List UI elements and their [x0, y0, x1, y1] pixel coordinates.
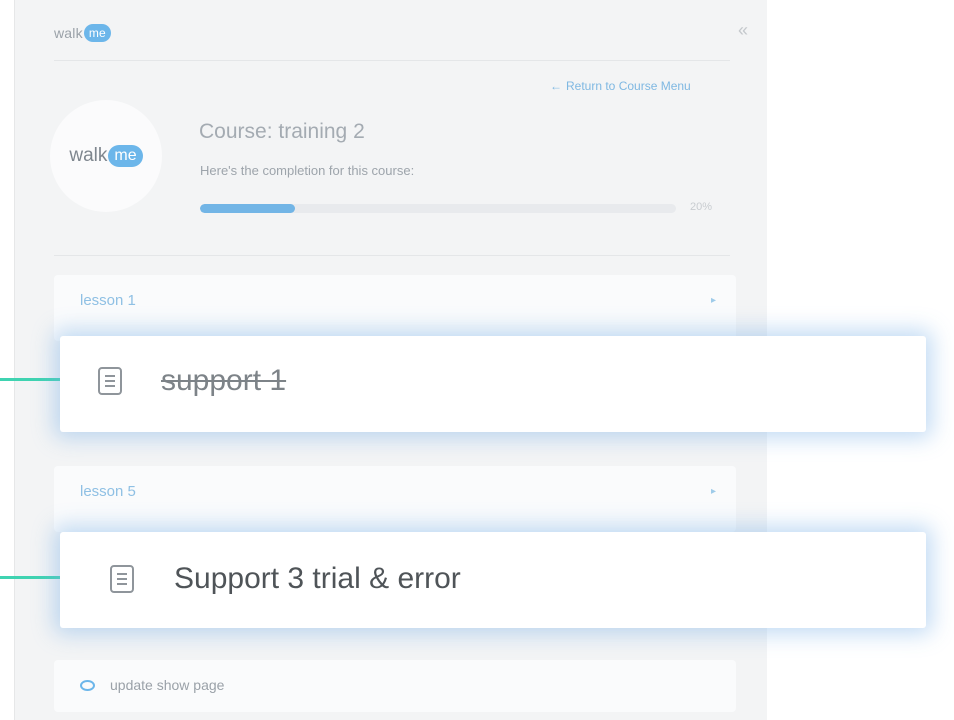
- course-logo-me-pill: me: [108, 145, 143, 167]
- collapse-panel-button[interactable]: «: [738, 20, 748, 41]
- course-title: Course: training 2: [199, 120, 365, 143]
- return-to-course-menu-link[interactable]: ← Return to Course Menu: [550, 79, 691, 93]
- course-progress-percent: 20%: [690, 201, 713, 213]
- return-link-label: Return to Course Menu: [566, 79, 691, 93]
- course-progress-bar: [200, 204, 676, 213]
- lesson-item-support-1[interactable]: support 1: [60, 336, 926, 432]
- connector-line-1: [0, 378, 64, 381]
- logo-walk-text: walk: [54, 25, 83, 41]
- lesson-item-support-3[interactable]: Support 3 trial & error: [60, 532, 926, 628]
- course-logo-walk-text: walk: [69, 145, 108, 166]
- course-logo: walk me: [50, 100, 162, 212]
- update-show-page-label: update show page: [110, 677, 225, 693]
- lesson-1-header[interactable]: lesson 1 ▸: [54, 275, 736, 341]
- document-icon: [98, 367, 122, 395]
- completion-label: Here's the completion for this course:: [200, 163, 415, 178]
- arrow-left-icon: ←: [550, 79, 562, 93]
- lesson-1-label: lesson 1: [80, 292, 136, 309]
- course-progress-fill: [200, 204, 296, 213]
- connector-line-2: [0, 576, 64, 579]
- chevron-right-icon: ▸: [710, 486, 716, 497]
- course-divider: [54, 255, 730, 256]
- lesson-item-title: support 1: [161, 364, 287, 397]
- chat-bubble-icon: [80, 680, 95, 691]
- lesson-item-title: Support 3 trial & error: [174, 562, 461, 595]
- walkme-logo: walk me: [54, 24, 111, 42]
- lesson-5-label: lesson 5: [80, 483, 136, 500]
- document-icon: [110, 565, 134, 593]
- logo-me-pill: me: [83, 24, 111, 42]
- update-show-page-item[interactable]: update show page: [54, 660, 736, 712]
- header-divider: [54, 60, 730, 61]
- lesson-5-header[interactable]: lesson 5 ▸: [54, 466, 736, 532]
- chevron-right-icon: ▸: [710, 295, 716, 306]
